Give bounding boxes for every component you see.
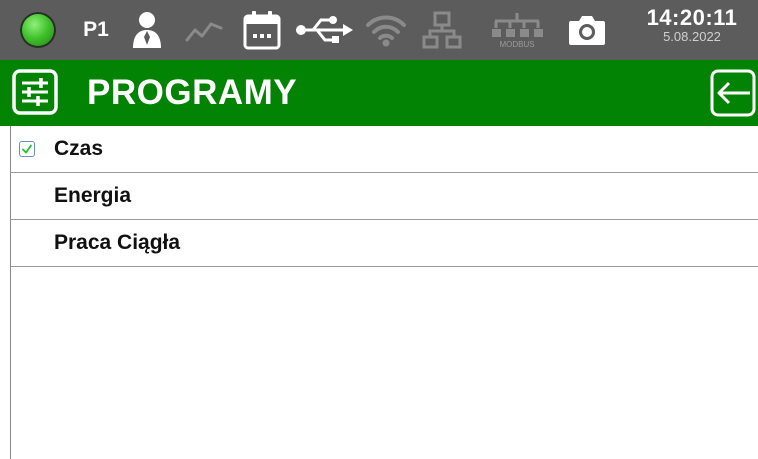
program-item-energia[interactable]: Energia xyxy=(10,173,758,220)
wifi-icon xyxy=(364,0,408,60)
calendar-icon xyxy=(240,0,284,60)
back-arrow-icon xyxy=(710,69,756,117)
clock-date: 5.08.2022 xyxy=(663,29,721,44)
program-label: Energia xyxy=(54,184,132,207)
program-list: Czas Energia Praca Ciągła xyxy=(10,126,758,267)
profile-label: P1 xyxy=(83,18,109,41)
program-item-praca-ciagla[interactable]: Praca Ciągła xyxy=(10,220,758,267)
modbus-label: MODBUS xyxy=(499,40,535,49)
status-led-indicator xyxy=(16,0,60,60)
clock: 14:20:11 5.08.2022 xyxy=(632,6,752,44)
checkmark-icon xyxy=(22,144,32,154)
trend-icon xyxy=(182,0,226,60)
modbus-icon: MODBUS xyxy=(488,0,546,60)
usb-icon xyxy=(294,0,356,60)
camera-icon[interactable] xyxy=(564,0,610,60)
back-button[interactable] xyxy=(710,69,756,117)
selected-checkbox[interactable] xyxy=(19,141,35,157)
page-title: PROGRAMY xyxy=(87,73,298,112)
status-bar: P1 MODBUS 14:20:11 5.08.2022 xyxy=(0,0,758,60)
sliders-icon xyxy=(12,69,58,115)
program-label: Czas xyxy=(54,137,104,160)
title-bar: PROGRAMY xyxy=(0,60,758,126)
status-led-icon xyxy=(20,12,56,48)
clock-time: 14:20:11 xyxy=(646,5,738,30)
program-item-czas[interactable]: Czas xyxy=(10,126,758,173)
user-icon xyxy=(126,0,168,60)
screen: P1 MODBUS 14:20:11 5.08.2022 PROGRAMY Cz… xyxy=(0,0,758,459)
program-label: Praca Ciągła xyxy=(54,231,181,254)
network-icon xyxy=(420,0,464,60)
